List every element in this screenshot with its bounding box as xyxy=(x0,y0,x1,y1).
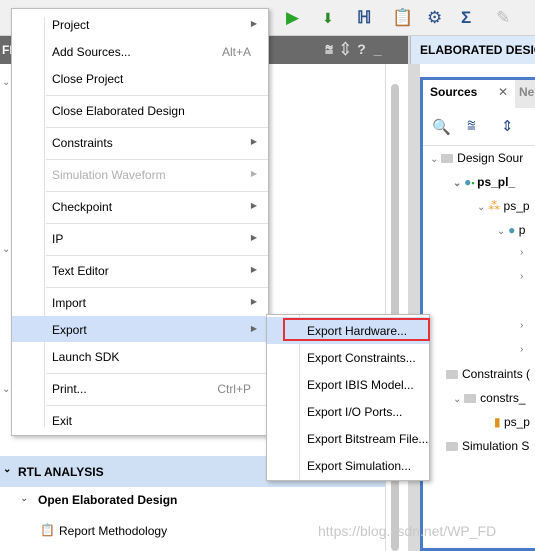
menu-item-export-bitstream-file[interactable]: Export Bitstream File... xyxy=(267,425,429,452)
elaborated-design-header: ELABORATED DESIGN xyxy=(410,36,535,64)
chevron-right-icon: ▶ xyxy=(250,324,257,333)
tree-item[interactable]: ⌄ ●▪ ps_pl_ xyxy=(453,175,515,189)
menu-item-text-editor[interactable]: Text Editor ▶ xyxy=(12,257,268,283)
sigma-icon[interactable]: Σ xyxy=(461,8,471,28)
menu-item-export-ibis-model[interactable]: Export IBIS Model... xyxy=(267,371,429,398)
chevron-right-icon: ▶ xyxy=(250,201,257,210)
chevron-down-icon[interactable]: ⌄ xyxy=(2,384,10,395)
menu-item-print[interactable]: Print... Ctrl+P xyxy=(12,375,268,401)
settings-icon[interactable]: ⚙ xyxy=(427,8,442,28)
chevron-right-icon[interactable]: › xyxy=(520,247,523,258)
collapse-all-icon[interactable]: ⩰ xyxy=(467,117,476,134)
chevron-right-icon: ▶ xyxy=(250,19,257,28)
menu-item-constraints[interactable]: Constraints ▶ xyxy=(12,129,268,155)
chevron-right-icon[interactable]: › xyxy=(520,320,523,331)
expand-all-icon[interactable]: ⇕ xyxy=(501,117,514,135)
tree-item[interactable]: ⌄ ● p xyxy=(497,223,525,237)
menu-item-export-io-ports[interactable]: Export I/O Ports... xyxy=(267,398,429,425)
chevron-down-icon: ⌄ xyxy=(3,464,12,475)
menu-item-close-project[interactable]: Close Project xyxy=(12,65,268,91)
annotation-highlight-box xyxy=(283,318,430,341)
file-menu: Project ▶ Add Sources... Alt+A Close Proje… xyxy=(11,8,269,436)
tree-item[interactable]: ⌄ constrs_ xyxy=(453,391,526,405)
help-icon[interactable]: ? xyxy=(357,41,374,57)
sources-panel xyxy=(420,77,535,551)
chevron-down-icon[interactable]: ⌄ xyxy=(20,493,28,504)
tree-item[interactable]: Constraints ( xyxy=(446,367,530,381)
chevron-right-icon: ▶ xyxy=(250,169,257,178)
tree-item[interactable]: Simulation S xyxy=(446,439,529,453)
minimize-icon[interactable]: _ xyxy=(374,41,390,57)
sources-toolbar: 🔍 ⩰ ⇕ xyxy=(423,108,535,146)
tree-item[interactable]: ▮ ps_p xyxy=(494,415,530,429)
menu-item-project[interactable]: Project ▶ xyxy=(12,11,268,37)
run-icon[interactable]: ▶ xyxy=(286,8,299,28)
expand-icon[interactable]: ⇕ xyxy=(341,41,357,57)
open-elaborated-design[interactable]: Open Elaborated Design xyxy=(38,493,177,507)
watermark: https://blog.csdn.net/WP_FD xyxy=(318,523,497,539)
panel-title: ELABORATED DESIGN xyxy=(420,43,535,57)
generate-bitstream-icon[interactable]: ⬇ xyxy=(322,8,334,28)
chevron-right-icon[interactable]: › xyxy=(520,344,523,355)
tree-item[interactable]: ⌄ Design Sour xyxy=(430,151,523,165)
tab-label: Sources xyxy=(430,85,478,99)
tab-sources[interactable]: Sources ✕ xyxy=(423,80,515,108)
menu-item-export[interactable]: Export ▶ xyxy=(12,316,268,342)
chevron-right-icon: ▶ xyxy=(250,297,257,306)
report-methodology[interactable]: Report Methodology xyxy=(59,524,167,538)
chevron-right-icon: ▶ xyxy=(250,137,257,146)
chevron-right-icon: ▶ xyxy=(250,265,257,274)
menu-item-checkpoint[interactable]: Checkpoint ▶ xyxy=(12,193,268,219)
menu-item-ip[interactable]: IP ▶ xyxy=(12,225,268,251)
report-methodology-icon: 📋 xyxy=(40,523,55,537)
section-title: RTL ANALYSIS xyxy=(18,465,104,479)
menu-item-export-constraints[interactable]: Export Constraints... xyxy=(267,344,429,371)
chevron-right-icon: ▶ xyxy=(250,233,257,242)
synthesis-icon[interactable]: ℍ xyxy=(357,8,371,28)
report-icon[interactable]: 📋 xyxy=(392,8,413,28)
menu-item-export-simulation[interactable]: Export Simulation... xyxy=(267,452,429,479)
menu-item-add-sources[interactable]: Add Sources... Alt+A xyxy=(12,38,268,64)
menu-item-close-elaborated-design[interactable]: Close Elaborated Design xyxy=(12,97,268,123)
menu-item-import[interactable]: Import ▶ xyxy=(12,289,268,315)
menu-item-launch-sdk[interactable]: Launch SDK xyxy=(12,343,268,369)
chevron-right-icon[interactable]: › xyxy=(520,271,523,282)
disabled-tool-icon: ✎ xyxy=(496,8,511,27)
tree-item[interactable]: ⌄ ⁂ ps_p xyxy=(477,199,530,213)
menu-item-exit[interactable]: Exit xyxy=(12,407,268,433)
chevron-down-icon[interactable]: ⌄ xyxy=(2,77,10,88)
close-icon[interactable]: ✕ xyxy=(498,85,508,99)
menu-item-simulation-waveform: Simulation Waveform ▶ xyxy=(52,168,257,182)
collapse-all-icon[interactable]: ⩰ xyxy=(325,41,341,57)
chevron-down-icon[interactable]: ⌄ xyxy=(2,244,10,255)
tab-netlist[interactable]: Ne xyxy=(519,85,534,99)
search-icon[interactable]: 🔍 xyxy=(432,118,451,136)
